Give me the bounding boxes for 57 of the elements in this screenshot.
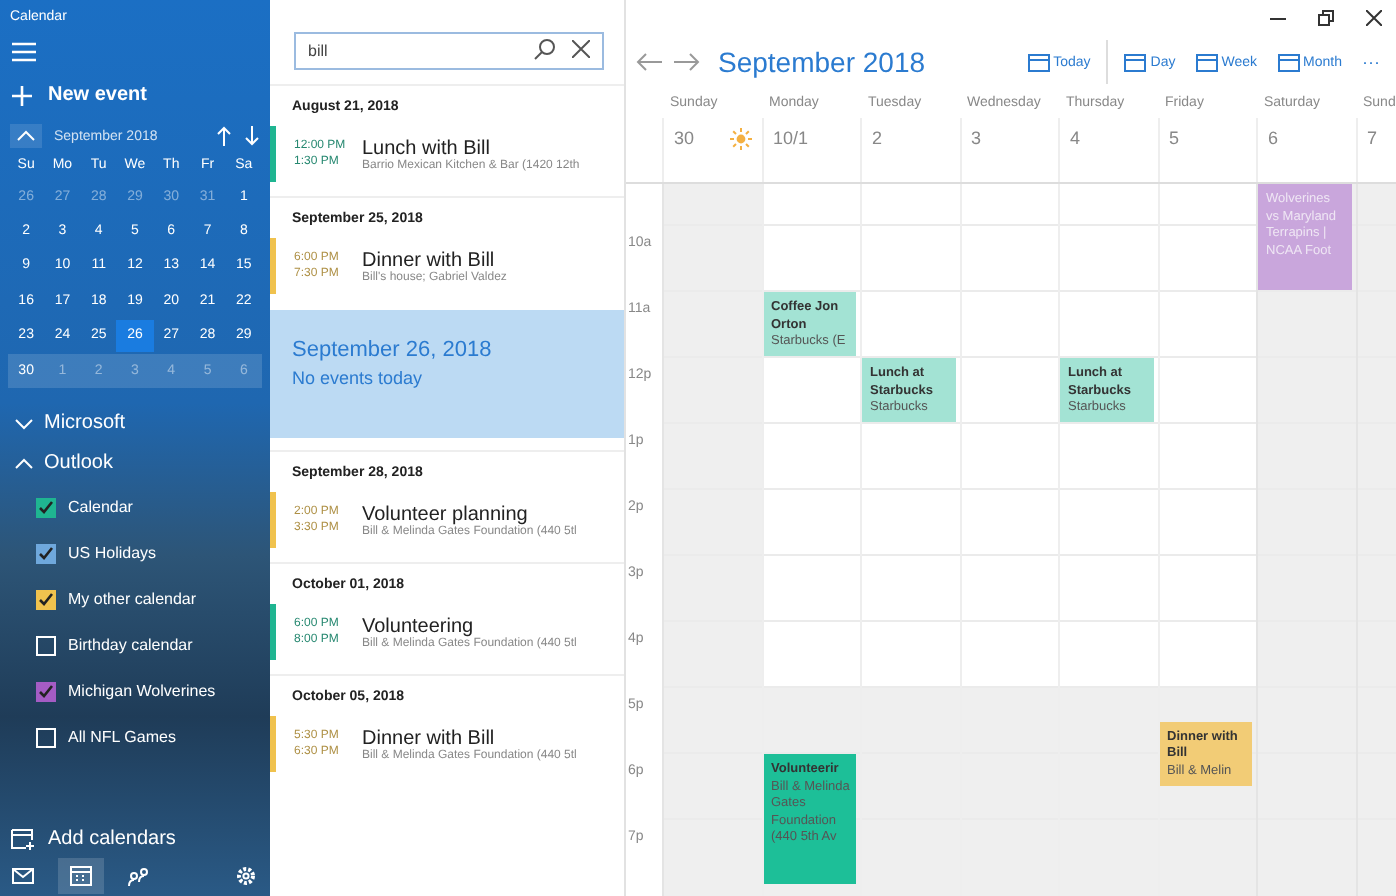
event-title: Dinner with Bill [362, 727, 497, 749]
no-events-text: No events today [292, 368, 425, 388]
minimize-icon[interactable] [1270, 17, 1286, 19]
date-number: 30 [674, 128, 695, 148]
checkbox[interactable] [36, 681, 56, 702]
event-title: Dinner with Bill [362, 249, 497, 271]
calendar-name: My other calendar [68, 590, 197, 609]
forward-arrow-icon[interactable] [674, 52, 700, 72]
more-button[interactable]: ··· [1358, 46, 1396, 78]
plus-icon [12, 85, 32, 105]
add-calendars-button[interactable]: Add calendars [0, 816, 270, 856]
calendar-add-icon [10, 826, 36, 850]
calendar-view-icon [1124, 53, 1147, 71]
sun-icon [729, 128, 751, 150]
account-header[interactable]: Microsoft [0, 412, 270, 435]
close-icon[interactable] [572, 40, 590, 58]
close-icon[interactable] [1366, 10, 1382, 26]
checkbox[interactable] [36, 497, 56, 518]
menu-icon[interactable] [12, 42, 36, 62]
arrow-down-icon[interactable] [244, 126, 260, 146]
date-number: 10/1 [773, 128, 809, 148]
month-title: September 2018 [718, 46, 926, 78]
checkbox[interactable] [36, 543, 56, 564]
chevron-icon [14, 417, 34, 430]
calendar-name: Birthday calendar [68, 636, 193, 655]
calendar-name: US Holidays [68, 544, 157, 563]
date-number: 5 [1169, 128, 1180, 148]
search-icon[interactable] [534, 38, 556, 60]
search-field[interactable]: bill [294, 32, 604, 70]
mail-icon[interactable] [12, 868, 34, 884]
calendar-icon[interactable] [70, 866, 92, 886]
account-header[interactable]: Outlook [0, 452, 270, 475]
event-title: Lunch with Bill [362, 137, 492, 159]
date-number: 3 [971, 128, 982, 148]
selected-day-card[interactable]: September 26, 2018 No events today [270, 310, 624, 438]
restore-icon[interactable] [1318, 10, 1334, 26]
calendar-name: All NFL Games [68, 728, 176, 747]
checkbox[interactable] [36, 589, 56, 610]
chevron-icon [14, 457, 34, 470]
calendar-name: Calendar [68, 498, 133, 517]
date-number: 4 [1070, 128, 1081, 148]
people-icon[interactable] [128, 866, 150, 886]
back-arrow-icon[interactable] [636, 52, 662, 72]
result-date: September 26, 2018 [292, 338, 494, 362]
date-number: 7 [1367, 128, 1378, 148]
date-number: 6 [1268, 128, 1279, 148]
event-title: Volunteer planning [362, 503, 530, 525]
event-title: Volunteering [362, 615, 476, 637]
calendar-view-icon [1277, 53, 1300, 71]
collapse-icon[interactable] [10, 124, 42, 148]
settings-icon[interactable] [236, 866, 256, 886]
new-event-button[interactable]: New event [0, 62, 270, 114]
calendar-name: Michigan Wolverines [68, 682, 216, 701]
date-number: 2 [872, 128, 883, 148]
calendar-view-icon [1027, 53, 1050, 71]
arrow-up-icon[interactable] [216, 126, 232, 146]
calendar-view-icon [1195, 53, 1218, 71]
